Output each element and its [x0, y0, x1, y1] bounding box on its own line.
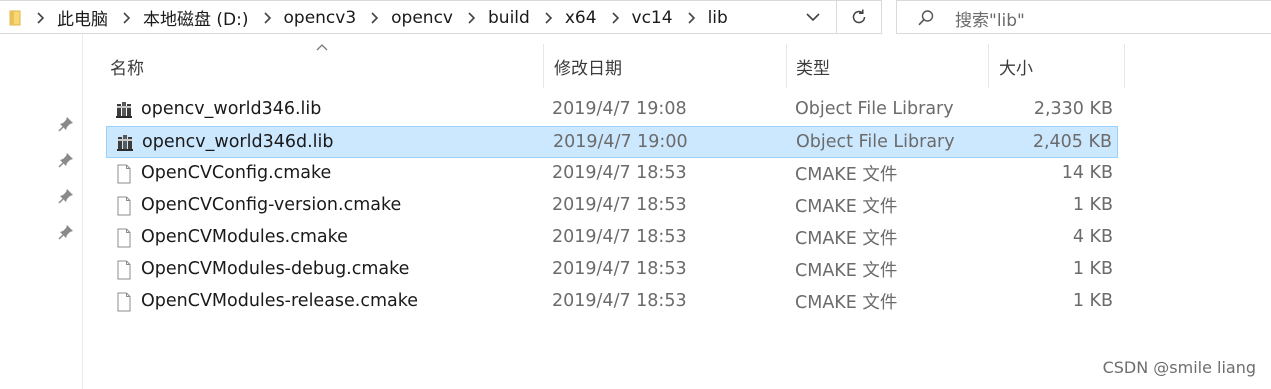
- file-size: 2,405 KB: [1032, 132, 1112, 152]
- file-size: 14 KB: [1061, 163, 1113, 183]
- chevron-right-icon[interactable]: [467, 11, 476, 25]
- chevron-down-icon: [806, 13, 820, 22]
- file-modified-date: 2019/4/7 18:53: [552, 195, 687, 215]
- file-size: 2,330 KB: [1033, 99, 1113, 119]
- file-size: 4 KB: [1072, 227, 1113, 247]
- chevron-right-icon[interactable]: [36, 11, 45, 25]
- chevron-right-icon[interactable]: [122, 11, 131, 25]
- search-input[interactable]: 搜索"lib": [955, 6, 1025, 31]
- file-name[interactable]: opencv_world346.lib: [141, 94, 321, 124]
- breadcrumb-item[interactable]: opencv: [391, 8, 453, 28]
- breadcrumb-item[interactable]: build: [488, 8, 530, 28]
- column-header-name[interactable]: 名称: [110, 44, 540, 88]
- file-size: 1 KB: [1072, 259, 1113, 279]
- file-modified-date: 2019/4/7 18:53: [552, 259, 687, 279]
- chevron-right-icon[interactable]: [544, 11, 553, 25]
- column-divider[interactable]: [786, 44, 787, 88]
- file-modified-date: 2019/4/7 19:00: [553, 132, 688, 152]
- file-row[interactable]: OpenCVConfig-version.cmake 2019/4/7 18:53…: [106, 190, 1118, 222]
- search-box[interactable]: 搜索"lib": [896, 0, 1271, 34]
- chevron-right-icon[interactable]: [611, 11, 620, 25]
- file-size: 1 KB: [1072, 291, 1113, 311]
- library-file-icon: [117, 135, 133, 151]
- chevron-right-icon[interactable]: [687, 11, 696, 25]
- pin-icon[interactable]: [58, 152, 74, 168]
- blank-file-icon: [117, 196, 131, 216]
- address-history-dropdown[interactable]: [795, 1, 831, 34]
- breadcrumb-item[interactable]: 本地磁盘 (D:): [143, 5, 249, 30]
- blank-file-icon: [117, 228, 131, 248]
- blank-file-icon: [117, 292, 131, 312]
- pin-icon[interactable]: [58, 188, 74, 204]
- chevron-right-icon[interactable]: [263, 11, 272, 25]
- pin-icon[interactable]: [58, 116, 74, 132]
- file-type: CMAKE 文件: [795, 292, 898, 313]
- blank-file-icon: [117, 260, 131, 280]
- file-row[interactable]: OpenCVModules-debug.cmake 2019/4/7 18:53 C…: [106, 254, 1118, 286]
- refresh-icon: [852, 9, 866, 24]
- library-file-icon: [116, 102, 132, 118]
- file-type: CMAKE 文件: [795, 228, 898, 249]
- file-name[interactable]: opencv_world346d.lib: [142, 127, 334, 157]
- file-name[interactable]: OpenCVModules-debug.cmake: [141, 254, 409, 284]
- pin-icon[interactable]: [58, 224, 74, 240]
- search-icon: [918, 10, 934, 26]
- file-row[interactable]: opencv_world346d.lib 2019/4/7 19:00 Object…: [106, 126, 1118, 158]
- file-row[interactable]: OpenCVModules.cmake 2019/4/7 18:53 CMAKE 文…: [106, 222, 1118, 254]
- file-modified-date: 2019/4/7 18:53: [552, 163, 687, 183]
- file-type: CMAKE 文件: [795, 164, 898, 185]
- column-header-date[interactable]: 修改日期: [554, 44, 782, 88]
- file-row[interactable]: OpenCVModules-release.cmake 2019/4/7 18:5…: [106, 286, 1118, 318]
- navigation-pane: [0, 34, 83, 389]
- file-row[interactable]: OpenCVConfig.cmake 2019/4/7 18:53 CMAKE 文件…: [106, 158, 1118, 190]
- file-row[interactable]: opencv_world346.lib 2019/4/7 19:08 Object …: [106, 94, 1118, 126]
- file-type: CMAKE 文件: [795, 196, 898, 217]
- column-divider[interactable]: [543, 44, 544, 88]
- file-name[interactable]: OpenCVModules.cmake: [141, 222, 348, 252]
- column-divider[interactable]: [1124, 44, 1125, 88]
- file-type: Object File Library: [795, 99, 954, 119]
- file-modified-date: 2019/4/7 19:08: [552, 99, 687, 119]
- breadcrumb: 此电脑 本地磁盘 (D:) opencv3 opencv build x64 v…: [36, 1, 742, 34]
- column-header-size[interactable]: 大小: [999, 44, 1119, 88]
- watermark: CSDN @smile liang: [1102, 358, 1256, 377]
- refresh-button[interactable]: [836, 0, 882, 34]
- file-name[interactable]: OpenCVConfig-version.cmake: [141, 190, 401, 220]
- column-divider[interactable]: [988, 44, 989, 88]
- file-size: 1 KB: [1072, 195, 1113, 215]
- breadcrumb-item[interactable]: lib: [708, 8, 728, 28]
- file-name[interactable]: OpenCVModules-release.cmake: [141, 286, 418, 316]
- file-name[interactable]: OpenCVConfig.cmake: [141, 158, 331, 188]
- file-modified-date: 2019/4/7 18:53: [552, 291, 687, 311]
- file-modified-date: 2019/4/7 18:53: [552, 227, 687, 247]
- file-type: Object File Library: [796, 132, 955, 152]
- chevron-right-icon[interactable]: [370, 11, 379, 25]
- address-bar[interactable]: 此电脑 本地磁盘 (D:) opencv3 opencv build x64 v…: [0, 0, 838, 34]
- column-header-type[interactable]: 类型: [796, 44, 984, 88]
- folder-icon: [9, 10, 21, 26]
- breadcrumb-item[interactable]: x64: [565, 8, 597, 28]
- breadcrumb-item[interactable]: vc14: [632, 8, 673, 28]
- breadcrumb-item[interactable]: opencv3: [284, 8, 357, 28]
- breadcrumb-item[interactable]: 此电脑: [57, 5, 108, 30]
- blank-file-icon: [117, 164, 131, 184]
- file-type: CMAKE 文件: [795, 260, 898, 281]
